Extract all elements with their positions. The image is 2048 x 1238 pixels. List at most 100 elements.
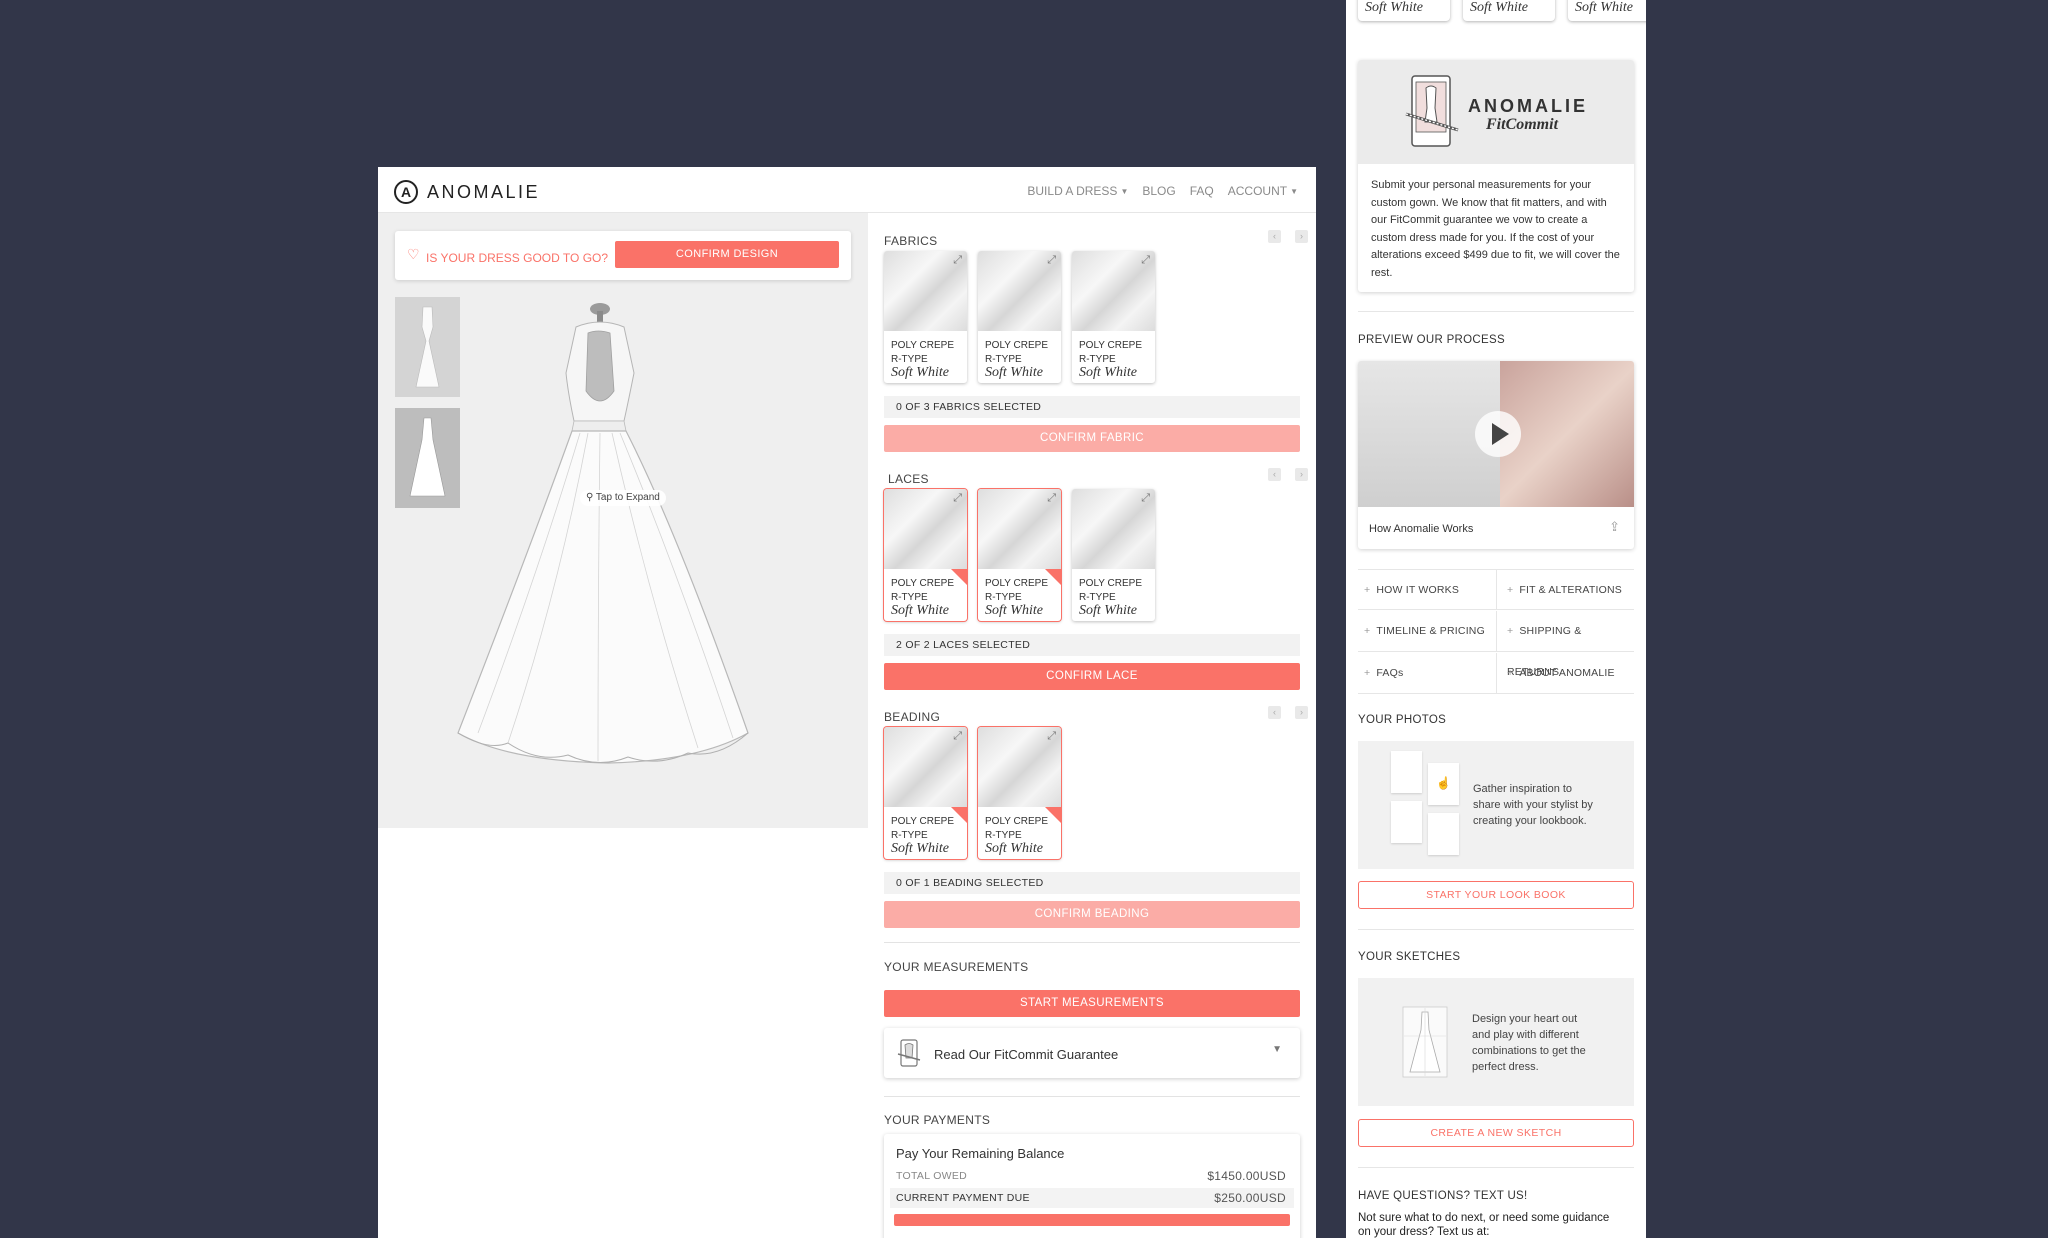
chevron-right-icon[interactable]: › xyxy=(1295,706,1308,719)
expand-icon[interactable]: ⤢ xyxy=(1047,254,1056,267)
questions-description: Not sure what to do next, or need some g… xyxy=(1358,1212,1610,1238)
side-panel: Soft White Soft White Soft White ANOMALI… xyxy=(1346,0,1646,1238)
plus-icon: + xyxy=(1364,625,1371,637)
swatch-color-name: Soft White xyxy=(1079,603,1137,618)
fabrics-pager: ‹ › xyxy=(1268,230,1308,243)
lace-swatch-selected[interactable]: ⤢ POLY CREPE R-TYPE Soft White xyxy=(884,489,967,621)
payment-due-label: CURRENT PAYMENT DUE xyxy=(896,1192,1030,1204)
fitcommit-banner: ANOMALIE FitCommit xyxy=(1358,60,1634,164)
pay-button[interactable] xyxy=(894,1214,1290,1226)
fabric-image: ⤢ xyxy=(884,251,967,331)
link-about-anomalie[interactable]: + ABOUT ANOMALIE xyxy=(1496,653,1634,694)
expand-icon[interactable]: ⤢ xyxy=(953,492,962,505)
beading-title: BEADING xyxy=(884,710,941,724)
fabric-swatch[interactable]: ⤢ POLY CREPE R-TYPE Soft White xyxy=(978,251,1061,383)
fabric-swatch[interactable]: ⤢ POLY CREPE R-TYPE Soft White xyxy=(1072,251,1155,383)
link-fit-alterations[interactable]: + FIT & ALTERATIONS xyxy=(1496,569,1634,610)
confirm-lace-button[interactable]: CONFIRM LACE xyxy=(884,663,1300,690)
play-icon[interactable] xyxy=(1475,411,1521,457)
laces-pager: ‹ › xyxy=(1268,468,1308,481)
fabric-swatch-partial[interactable]: Soft White xyxy=(1358,0,1450,21)
fabrics-status: 0 OF 3 FABRICS SELECTED xyxy=(884,396,1300,418)
beading-image: ⤢ xyxy=(884,727,967,807)
beading-swatch-selected[interactable]: ⤢ POLY CREPE R-TYPE Soft White xyxy=(884,727,967,859)
process-video-card[interactable]: How Anomalie Works ⇪ xyxy=(1358,361,1634,549)
payment-card: Pay Your Remaining Balance TOTAL OWED $1… xyxy=(884,1134,1300,1238)
divider xyxy=(1358,311,1634,312)
chevron-right-icon[interactable]: › xyxy=(1295,468,1308,481)
beading-swatch-selected[interactable]: ⤢ POLY CREPE R-TYPE Soft White xyxy=(978,727,1061,859)
expand-icon[interactable]: ⤢ xyxy=(1141,254,1150,267)
dress-rendering[interactable] xyxy=(448,293,848,813)
sketch-dress-icon xyxy=(1402,1006,1448,1078)
chevron-left-icon[interactable]: ‹ xyxy=(1268,230,1281,243)
brand-logo[interactable]: A ANOMALIE xyxy=(394,180,540,204)
fabric-swatch-partial[interactable]: Soft White xyxy=(1463,0,1555,21)
fitcommit-accordion[interactable]: Read Our FitCommit Guarantee ▼ xyxy=(884,1028,1300,1078)
expand-icon[interactable]: ⤢ xyxy=(1047,492,1056,505)
confirm-beading-button[interactable]: CONFIRM BEADING xyxy=(884,901,1300,928)
expand-icon[interactable]: ⤢ xyxy=(953,254,962,267)
sketches-description: Design your heart out and play with diff… xyxy=(1472,1013,1586,1073)
dress-preview-area: ♡ IS YOUR DRESS GOOD TO GO? CONFIRM DESI… xyxy=(378,213,868,828)
beading-image: ⤢ xyxy=(978,727,1061,807)
swatch-color-name: Soft White xyxy=(1079,365,1137,380)
fabric-swatch-partial[interactable]: Soft White xyxy=(1568,0,1646,21)
chevron-left-icon[interactable]: ‹ xyxy=(1268,468,1281,481)
fabric-image: ⤢ xyxy=(978,251,1061,331)
magnifier-icon: ⚲ xyxy=(586,492,596,503)
chevron-left-icon[interactable]: ‹ xyxy=(1268,706,1281,719)
lace-swatch[interactable]: ⤢ POLY CREPE R-TYPE Soft White xyxy=(1072,489,1155,621)
divider xyxy=(884,942,1300,943)
payment-card-title: Pay Your Remaining Balance xyxy=(896,1146,1065,1161)
plus-icon: + xyxy=(1364,584,1371,596)
photo-placeholder: ☝ xyxy=(1428,763,1459,805)
expand-icon[interactable]: ⤢ xyxy=(1047,730,1056,743)
top-nav: A ANOMALIE BUILD A DRESS ▼ BLOG FAQ ACCOU… xyxy=(378,167,1316,213)
heart-icon[interactable]: ♡ xyxy=(407,246,420,263)
sketches-title: YOUR SKETCHES xyxy=(1358,951,1461,963)
fabric-swatch[interactable]: ⤢ POLY CREPE R-TYPE Soft White xyxy=(884,251,967,383)
create-new-sketch-button[interactable]: CREATE A NEW SKETCH xyxy=(1358,1119,1634,1147)
confirm-fabric-button[interactable]: CONFIRM FABRIC xyxy=(884,425,1300,452)
caret-down-icon: ▼ xyxy=(1290,187,1298,196)
link-shipping-returns[interactable]: + SHIPPING & RETURNS xyxy=(1496,611,1634,678)
nav-build-a-dress[interactable]: BUILD A DRESS ▼ xyxy=(1027,184,1128,198)
swatch-material: POLY CREPE R-TYPE xyxy=(891,340,954,365)
swatch-color-name: Soft White xyxy=(891,841,949,856)
nav-blog[interactable]: BLOG xyxy=(1142,184,1175,198)
confirm-design-button[interactable]: CONFIRM DESIGN xyxy=(615,241,839,268)
share-icon[interactable]: ⇪ xyxy=(1609,519,1620,535)
fitcommit-label: Read Our FitCommit Guarantee xyxy=(934,1047,1119,1062)
nav-faq[interactable]: FAQ xyxy=(1190,184,1214,198)
tap-to-expand-button[interactable]: ⚲ Tap to Expand xyxy=(580,490,666,506)
main-page: A ANOMALIE BUILD A DRESS ▼ BLOG FAQ ACCOU… xyxy=(378,167,1316,1238)
expand-icon[interactable]: ⤢ xyxy=(953,730,962,743)
fitcommit-card: ANOMALIE FitCommit Submit your personal … xyxy=(1358,60,1634,292)
nav-account[interactable]: ACCOUNT ▼ xyxy=(1228,184,1298,198)
phone-measuring-icon xyxy=(1405,75,1459,147)
photo-placeholder xyxy=(1391,751,1422,793)
lace-swatch-selected[interactable]: ⤢ POLY CREPE R-TYPE Soft White xyxy=(978,489,1061,621)
caret-down-icon: ▼ xyxy=(1120,187,1129,196)
fitcommit-brand: ANOMALIE xyxy=(1468,96,1588,116)
dress-ready-question: IS YOUR DRESS GOOD TO GO? xyxy=(426,251,609,265)
link-how-it-works[interactable]: + HOW IT WORKS xyxy=(1358,569,1496,610)
payments-title: YOUR PAYMENTS xyxy=(884,1113,991,1127)
photos-box: ☝ Gather inspiration to share with your … xyxy=(1358,741,1634,869)
link-faqs[interactable]: + FAQs xyxy=(1358,653,1496,694)
preview-process-title: PREVIEW OUR PROCESS xyxy=(1358,334,1505,346)
photos-title: YOUR PHOTOS xyxy=(1358,714,1447,726)
fabric-image: ⤢ xyxy=(1072,251,1155,331)
chevron-right-icon[interactable]: › xyxy=(1295,230,1308,243)
payment-due-value: $250.00USD xyxy=(1214,1191,1286,1205)
link-timeline-pricing[interactable]: + TIMELINE & PRICING xyxy=(1358,611,1496,652)
fitcommit-description: Submit your personal measurements for yo… xyxy=(1371,179,1620,279)
photos-description: Gather inspiration to share with your st… xyxy=(1473,783,1593,827)
divider xyxy=(884,1096,1300,1097)
expand-icon[interactable]: ⤢ xyxy=(1141,492,1150,505)
swatch-material: POLY CREPE R-TYPE xyxy=(891,578,954,603)
start-measurements-button[interactable]: START MEASUREMENTS xyxy=(884,990,1300,1017)
plus-icon: + xyxy=(1507,667,1514,679)
start-look-book-button[interactable]: START YOUR LOOK BOOK xyxy=(1358,881,1634,909)
